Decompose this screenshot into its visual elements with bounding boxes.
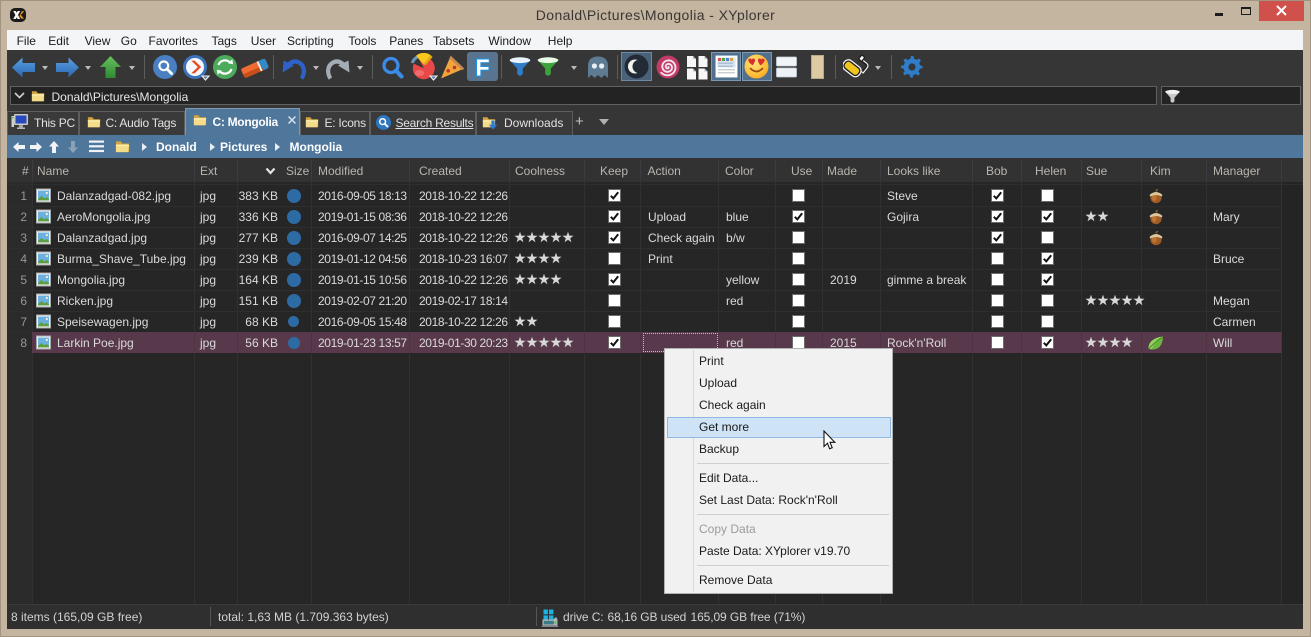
svg-text:F: F <box>475 54 489 80</box>
